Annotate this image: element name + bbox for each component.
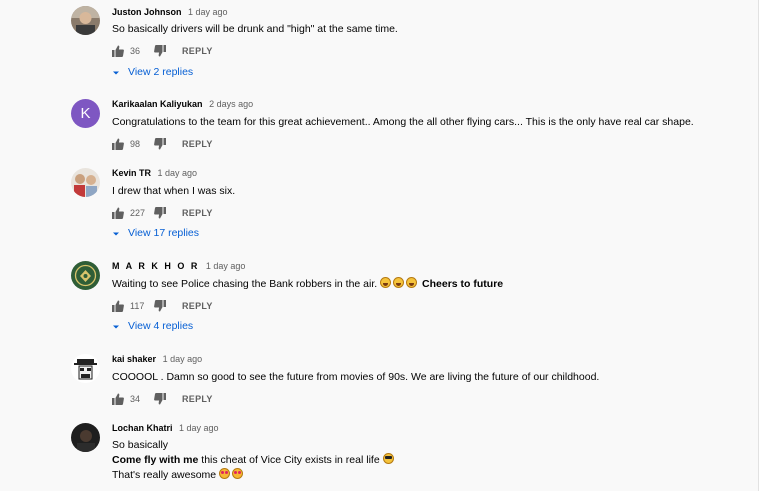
heart-eyes-emoji-icon [219, 468, 231, 479]
comment-author[interactable]: Karikaalan Kaliyukan [112, 99, 203, 109]
thumbs-up-icon[interactable] [112, 300, 124, 312]
thumbs-up-icon[interactable] [112, 207, 124, 219]
chevron-down-icon [112, 322, 120, 330]
thumbs-up-icon[interactable] [112, 138, 124, 150]
comment-timestamp[interactable]: 1 day ago [158, 168, 198, 178]
like-count: 36 [130, 46, 141, 56]
view-replies-label: View 17 replies [128, 227, 200, 239]
chevron-down-icon [112, 68, 120, 76]
comment-text-bold: Come fly with me [112, 454, 199, 466]
comment-text: COOOOL . Damn so good to see the future … [112, 371, 600, 383]
reply-button[interactable]: REPLY [182, 394, 213, 404]
thumbs-down-icon[interactable] [154, 138, 166, 150]
thumbs-down-icon[interactable] [154, 393, 166, 405]
like-count: 98 [130, 139, 141, 149]
reply-button[interactable]: REPLY [182, 46, 213, 56]
view-replies-button[interactable]: View 17 replies [112, 227, 199, 239]
comment-actions: 34 REPLY [112, 392, 213, 406]
avatar[interactable] [71, 261, 100, 290]
comment-text-plain: That's really awesome [112, 469, 217, 481]
comment-author[interactable]: Kevin TR [112, 168, 151, 178]
comment-text-line-1: So basically [112, 439, 169, 451]
comment-actions: 98 REPLY [112, 137, 213, 151]
comment-actions: 227 REPLY [112, 206, 213, 220]
comment-timestamp[interactable]: 2 days ago [209, 99, 253, 109]
thumbs-down-icon[interactable] [154, 207, 166, 219]
comment-timestamp[interactable]: 1 day ago [163, 354, 203, 364]
comment-timestamp[interactable]: 1 day ago [206, 261, 246, 271]
comment-author[interactable]: kai shaker [112, 354, 156, 364]
comments-section: Juston Johnson 1 day ago So basically dr… [0, 0, 759, 491]
comment-author[interactable]: Juston Johnson [112, 7, 182, 17]
avatar[interactable] [71, 6, 100, 35]
avatar[interactable] [71, 168, 100, 197]
comment-text-line-3: That's really awesome [112, 468, 245, 482]
comment-author[interactable]: Lochan Khatri [112, 423, 173, 433]
comment-actions: 117 REPLY [112, 299, 213, 313]
comment-text: Waiting to see Police chasing the Bank r… [112, 277, 503, 291]
heart-eyes-emoji-icon [232, 468, 244, 479]
comment-timestamp[interactable]: 1 day ago [179, 423, 219, 433]
avatar[interactable]: K [71, 99, 100, 128]
comment-text-line-2: Come fly with me this cheat of Vice City… [112, 453, 396, 467]
reply-button[interactable]: REPLY [182, 301, 213, 311]
chevron-down-icon [112, 229, 120, 237]
like-count: 117 [130, 301, 145, 311]
thumbs-up-icon[interactable] [112, 45, 124, 57]
laughing-emoji-icon [393, 277, 405, 288]
avatar[interactable] [71, 354, 100, 383]
like-count: 34 [130, 394, 141, 404]
comment-text: Congratulations to the team for this gre… [112, 116, 694, 128]
avatar[interactable] [71, 423, 100, 452]
view-replies-button[interactable]: View 4 replies [112, 320, 193, 332]
comment-text-plain: this cheat of Vice City exists in real l… [198, 454, 380, 466]
reply-button[interactable]: REPLY [182, 139, 213, 149]
thumbs-down-icon[interactable] [154, 45, 166, 57]
view-replies-button[interactable]: View 2 replies [112, 66, 193, 78]
avatar-letter: K [71, 99, 100, 128]
laughing-emoji-icon [380, 277, 392, 288]
view-replies-label: View 2 replies [128, 66, 194, 78]
like-count: 227 [130, 208, 146, 218]
thumbs-down-icon[interactable] [154, 300, 166, 312]
laughing-emoji-icon [406, 277, 418, 288]
thumbs-up-icon[interactable] [112, 393, 124, 405]
reply-button[interactable]: REPLY [182, 208, 213, 218]
comment-text: I drew that when I was six. [112, 185, 236, 197]
view-replies-label: View 4 replies [128, 320, 194, 332]
comment-timestamp[interactable]: 1 day ago [188, 7, 228, 17]
sunglasses-emoji-icon [382, 453, 394, 464]
comment-actions: 36 REPLY [112, 44, 213, 58]
comment-text-plain: Waiting to see Police chasing the Bank r… [112, 278, 378, 290]
comment-author[interactable]: M A R K H O R [112, 261, 199, 271]
comment-text: So basically drivers will be drunk and "… [112, 23, 398, 35]
comment-text-bold: Cheers to future [422, 278, 504, 290]
